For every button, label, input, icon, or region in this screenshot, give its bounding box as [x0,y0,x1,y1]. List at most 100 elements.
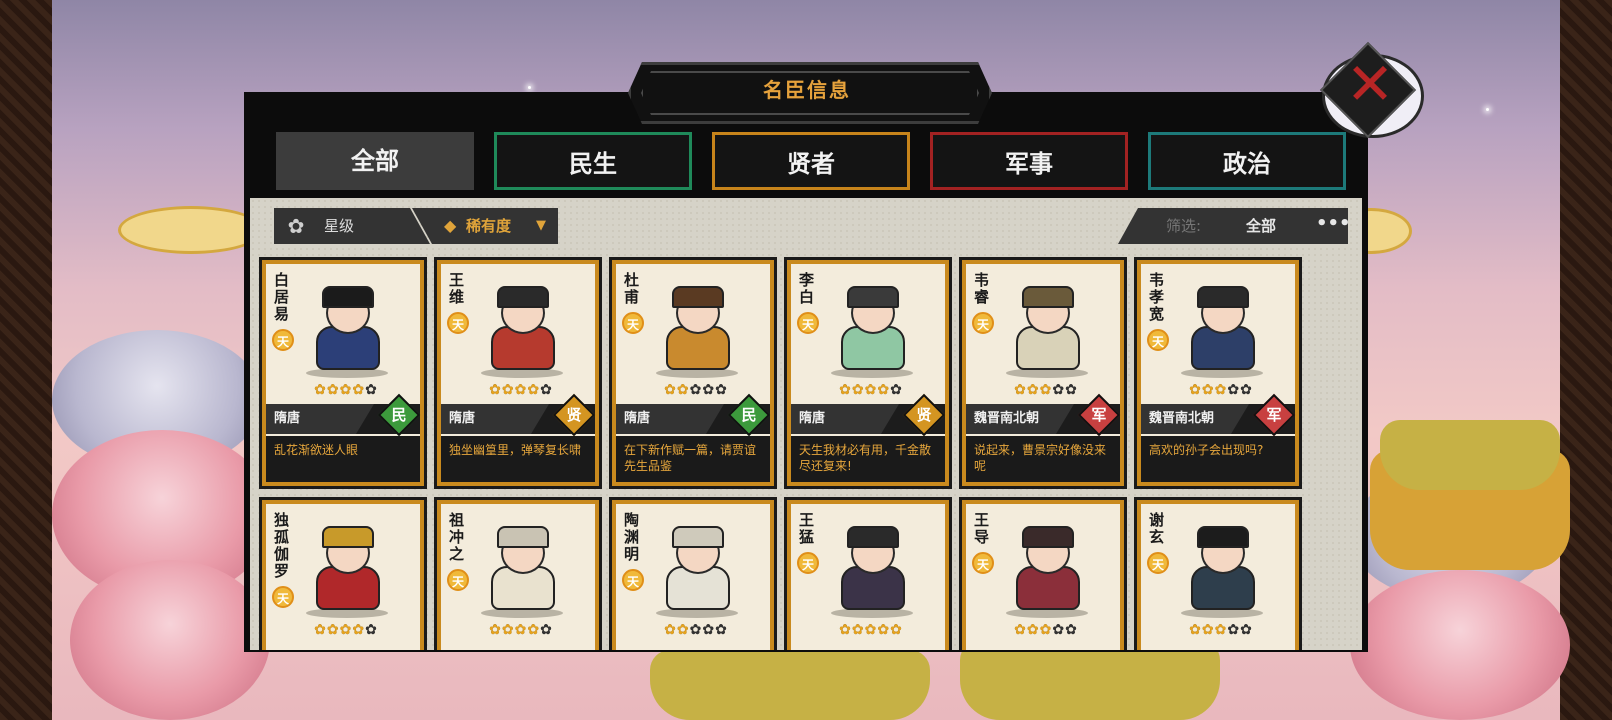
star-filled-icon: ✿ [339,622,353,638]
star-filled-icon: ✿ [839,382,852,398]
star-empty-icon: ✿ [1240,382,1253,398]
close-button[interactable]: ✕ [1312,41,1428,142]
star-rating: ✿✿✿✿✿ [646,622,746,638]
minister-card[interactable]: 谢玄天 ✿✿✿✿✿ [1134,497,1302,650]
minister-name: 独孤伽罗 [274,511,290,580]
star-empty-icon: ✿ [1227,382,1241,398]
star-filled-icon: ✿ [1014,622,1027,638]
category-badge-label: 民 [391,406,407,424]
chevron-down-icon: ▼ [536,218,546,233]
star-empty-icon: ✿ [1052,382,1066,398]
star-filled-icon: ✿ [1201,382,1215,398]
star-filled-icon: ✿ [314,622,327,638]
minister-portrait [833,526,909,610]
filter-value: 全部 [1246,217,1277,235]
star-filled-icon: ✿ [1189,622,1202,638]
minister-name: 韦睿 [974,271,990,306]
page-title: 名臣信息 [763,78,851,102]
minister-quote: 说起来，曹景宗好像没来呢 [966,436,1120,482]
minister-card[interactable]: 王猛天 ✿✿✿✿✿ [784,497,952,650]
sort-by-star-button[interactable]: ✿ 星级 [274,208,430,244]
minister-card[interactable]: 陶渊明天 ✿✿✿✿✿ [609,497,777,650]
island-bottom [650,650,930,720]
star-filled-icon: ✿ [1039,622,1053,638]
category-badge-label: 军 [1266,406,1282,424]
star-empty-icon: ✿ [540,382,553,398]
minister-name: 白居易 [274,271,290,323]
minister-portrait [308,286,384,370]
star-filled-icon: ✿ [664,382,677,398]
minister-card[interactable]: 白居易天 ✿✿✿✿✿ 隋唐民乱花渐欲迷人眼 [259,257,427,489]
minister-card[interactable]: 韦睿天 ✿✿✿✿✿ 魏晋南北朝军说起来，曹景宗好像没来呢 [959,257,1127,489]
dynasty-label: 隋唐 [274,411,301,426]
star-filled-icon: ✿ [851,382,865,398]
star-filled-icon: ✿ [1214,382,1228,398]
minister-card[interactable]: 王导天 ✿✿✿✿✿ [959,497,1127,650]
minister-card[interactable]: 杜甫天 ✿✿✿✿✿ 隋唐民在下新作赋一篇，请贾谊先生品鉴 [609,257,777,489]
star-empty-icon: ✿ [689,382,703,398]
minister-card[interactable]: 李白天 ✿✿✿✿✿ 隋唐贤天生我材必有用，千金散尽还复来! [784,257,952,489]
minister-portrait [308,526,384,610]
card-grid-area: ✿ 星级 ◆ 稀有度 ▼ 筛选: 全部 ••• 白居易天 ✿✿✿✿✿ 隋唐民乱花渐欲… [250,198,1362,650]
star-filled-icon: ✿ [1201,622,1215,638]
star-filled-icon: ✿ [489,382,502,398]
minister-portrait [658,286,734,370]
star-filled-icon: ✿ [877,622,891,638]
star-filled-icon: ✿ [864,382,878,398]
tab-military[interactable]: 军事 [930,132,1128,190]
grade-badge: 天 [272,586,294,608]
star-empty-icon: ✿ [702,622,716,638]
sort-by-rarity-button[interactable]: ◆ 稀有度 ▼ [412,208,558,244]
category-badge-label: 军 [1091,406,1107,424]
tab-politics[interactable]: 政治 [1148,132,1346,190]
cloud [1350,570,1570,720]
star-filled-icon: ✿ [839,622,852,638]
gold-cloud [118,206,264,254]
filter-label: 筛选: [1166,217,1202,235]
minister-card[interactable]: 韦孝宽天 ✿✿✿✿✿ 魏晋南北朝军高欢的孙子会出现吗? [1134,257,1302,489]
minister-quote: 乱花渐欲迷人眼 [266,436,420,482]
close-x-icon: ✕ [1345,50,1395,118]
minister-quote: 在下新作赋一篇，请贾谊先生品鉴 [616,436,770,482]
dynasty-label: 魏晋南北朝 [1149,411,1215,426]
minister-quote: 独坐幽篁里，弹琴复长啸 [441,436,595,482]
star-filled-icon: ✿ [527,622,541,638]
dynasty-label: 隋唐 [449,411,476,426]
minister-card[interactable]: 祖冲之天 ✿✿✿✿✿ [434,497,602,650]
minister-name: 王导 [974,511,990,546]
category-badge-label: 贤 [916,406,932,424]
tab-all[interactable]: 全部 [276,132,474,190]
cloud [70,560,270,720]
filter-dropdown[interactable]: 筛选: 全部 ••• [1118,208,1348,244]
sort-star-label: 星级 [324,217,355,235]
minister-portrait [833,286,909,370]
star-rating: ✿✿✿✿✿ [996,382,1096,398]
minister-card[interactable]: 独孤伽罗天 ✿✿✿✿✿ [259,497,427,650]
grade-badge: 天 [1147,552,1169,574]
minister-name: 祖冲之 [449,511,465,563]
tab-livelihood[interactable]: 民生 [494,132,692,190]
star-filled-icon: ✿ [1039,382,1053,398]
dynasty-label: 魏晋南北朝 [974,411,1040,426]
star-filled-icon: ✿ [851,622,865,638]
category-tabs: 全部 民生 贤者 军事 政治 [276,132,1346,190]
minister-portrait [1183,526,1259,610]
grade-badge: 天 [447,312,469,334]
tab-sage[interactable]: 贤者 [712,132,910,190]
minister-name: 杜甫 [624,271,640,306]
minister-card[interactable]: 王维天 ✿✿✿✿✿ 隋唐贤独坐幽篁里，弹琴复长啸 [434,257,602,489]
minister-name: 王维 [449,271,465,306]
star-rating: ✿✿✿✿✿ [821,382,921,398]
star-filled-icon: ✿ [514,382,528,398]
grade-badge: 天 [622,312,644,334]
star-empty-icon: ✿ [540,622,553,638]
star-filled-icon: ✿ [326,622,340,638]
category-badge-label: 贤 [566,406,582,424]
minister-name: 韦孝宽 [1149,271,1165,323]
star-filled-icon: ✿ [664,622,677,638]
star-empty-icon: ✿ [715,622,728,638]
grade-badge: 天 [797,312,819,334]
star-empty-icon: ✿ [365,382,378,398]
star-filled-icon: ✿ [877,382,891,398]
more-options-icon[interactable]: ••• [1316,208,1348,240]
